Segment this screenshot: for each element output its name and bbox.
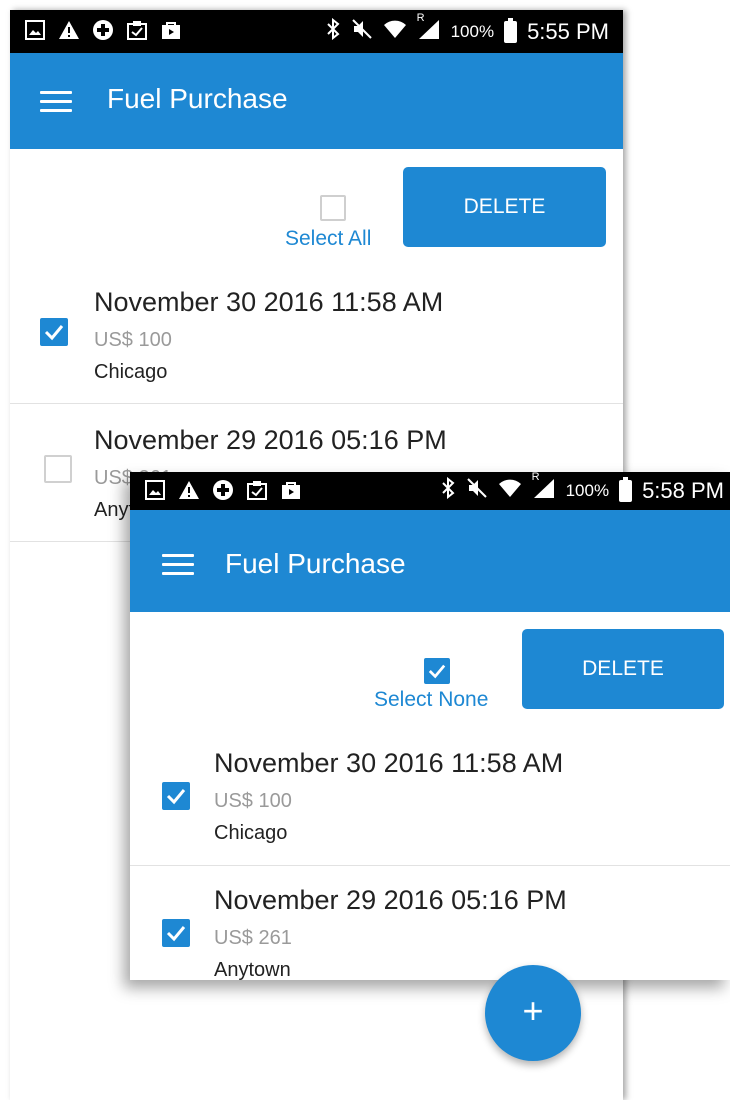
item-checkbox[interactable] bbox=[162, 782, 190, 810]
item-checkbox[interactable] bbox=[44, 455, 72, 483]
item-city: Chicago bbox=[214, 822, 288, 844]
item-checkbox[interactable] bbox=[40, 318, 68, 346]
battery-icon bbox=[504, 17, 518, 43]
check-icon bbox=[166, 926, 186, 942]
check-icon bbox=[44, 325, 64, 341]
wifi-icon bbox=[383, 19, 407, 45]
menu-icon[interactable] bbox=[40, 91, 72, 113]
roaming-label: R bbox=[416, 11, 425, 24]
bluetooth-icon bbox=[325, 17, 341, 46]
menu-icon[interactable] bbox=[162, 554, 194, 576]
item-city: Anytown bbox=[214, 959, 291, 980]
delete-button[interactable]: DELETE bbox=[522, 629, 724, 709]
item-amount: US$ 261 bbox=[214, 927, 292, 949]
warning-icon bbox=[178, 479, 200, 501]
roaming-label: R bbox=[531, 472, 540, 483]
mute-icon bbox=[466, 477, 488, 505]
screen-2: R 100% 5:58 PM Fuel Purchase Select None… bbox=[130, 472, 730, 980]
item-amount: US$ 100 bbox=[214, 790, 292, 812]
image-icon bbox=[144, 479, 166, 501]
item-checkbox[interactable] bbox=[162, 919, 190, 947]
status-bar: R 100% 5:55 PM bbox=[10, 10, 623, 53]
list-item[interactable]: November 30 2016 11:58 AM US$ 100 Chicag… bbox=[10, 279, 623, 404]
battery-percent: 100% bbox=[450, 21, 495, 41]
list-item[interactable]: November 29 2016 05:16 PM US$ 261 Anytow… bbox=[130, 865, 730, 980]
battery-percent: 100% bbox=[565, 481, 610, 500]
app-title: Fuel Purchase bbox=[225, 548, 406, 579]
plus-circle-icon bbox=[212, 479, 234, 501]
add-purchase-button[interactable]: + bbox=[485, 965, 581, 1061]
signal-icon: R bbox=[532, 472, 556, 505]
signal-icon: R bbox=[417, 12, 441, 46]
check-icon bbox=[428, 664, 446, 679]
status-bar: R 100% 5:58 PM bbox=[130, 472, 730, 510]
item-date: November 29 2016 05:16 PM bbox=[214, 885, 567, 915]
clipboard-icon bbox=[126, 19, 148, 41]
select-all-checkbox[interactable] bbox=[320, 195, 346, 221]
item-date: November 29 2016 05:16 PM bbox=[94, 425, 447, 455]
wifi-icon bbox=[498, 478, 522, 504]
clipboard-icon bbox=[246, 479, 268, 501]
mute-icon bbox=[351, 18, 373, 46]
bluetooth-icon bbox=[440, 476, 456, 505]
app-bar: Fuel Purchase bbox=[130, 510, 730, 612]
warning-icon bbox=[58, 19, 80, 41]
battery-icon bbox=[619, 477, 633, 502]
image-icon bbox=[24, 19, 46, 41]
item-date: November 30 2016 11:58 AM bbox=[94, 287, 444, 317]
delete-button[interactable]: DELETE bbox=[403, 167, 606, 247]
selection-toolbar: Select All DELETE bbox=[10, 149, 623, 279]
status-time: 5:58 PM bbox=[642, 478, 724, 503]
item-city: Chicago bbox=[94, 361, 168, 383]
list-item[interactable]: November 30 2016 11:58 AM US$ 100 Chicag… bbox=[130, 730, 730, 866]
item-date: November 30 2016 11:58 AM bbox=[214, 748, 564, 778]
select-none-checkbox[interactable] bbox=[424, 658, 450, 684]
select-all-label[interactable]: Select All bbox=[285, 227, 371, 251]
status-time: 5:55 PM bbox=[527, 18, 609, 44]
shopping-bag-icon bbox=[160, 19, 182, 41]
plus-circle-icon bbox=[92, 19, 114, 41]
shopping-bag-icon bbox=[280, 479, 302, 501]
app-title: Fuel Purchase bbox=[107, 83, 288, 114]
app-bar: Fuel Purchase bbox=[10, 53, 623, 149]
check-icon bbox=[166, 789, 186, 805]
select-none-label[interactable]: Select None bbox=[374, 688, 488, 712]
item-amount: US$ 100 bbox=[94, 329, 172, 351]
selection-toolbar: Select None DELETE bbox=[130, 612, 730, 730]
